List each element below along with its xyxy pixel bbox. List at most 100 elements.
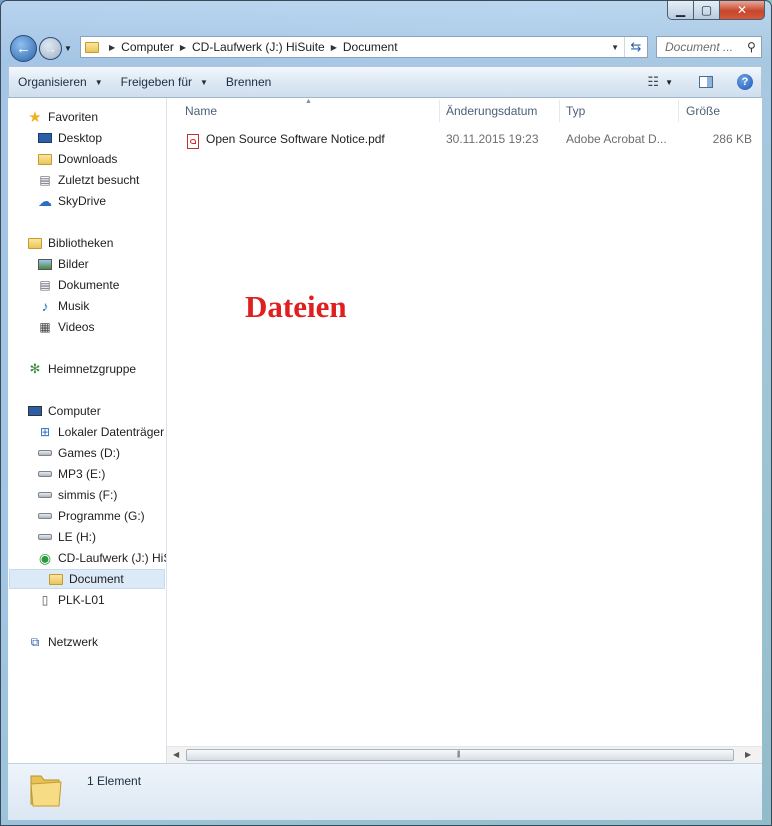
nav-downloads[interactable]: Downloads [37, 149, 117, 169]
organize-button[interactable]: Organisieren ▼ [9, 70, 112, 94]
cloud-icon: ☁ [38, 192, 52, 209]
nav-documents[interactable]: ▤ Dokumente [37, 275, 119, 295]
nav-recent[interactable]: ▤ Zuletzt besucht [37, 170, 139, 190]
caption-buttons: ▁ ▢ ✕ [667, 1, 765, 21]
nav-label: MP3 (E:) [58, 467, 106, 481]
documents-icon: ▤ [39, 278, 51, 292]
recent-pages-dropdown-icon[interactable]: ▼ [64, 44, 72, 53]
minimize-button[interactable]: ▁ [667, 1, 694, 20]
address-history-dropdown-icon[interactable]: ▼ [606, 43, 624, 52]
nav-desktop[interactable]: Desktop [37, 128, 102, 148]
nav-label: Programme (G:) [58, 509, 145, 523]
share-button[interactable]: Freigeben für ▼ [112, 70, 217, 94]
refresh-icon: ⇆ [630, 39, 642, 54]
nav-local-disk[interactable]: ⊞ Lokaler Datenträger [37, 422, 164, 442]
search-icon[interactable]: ⚲ [747, 40, 756, 54]
navigation-pane: ★ Favoriten Desktop Downloads ▤ Zuletzt … [8, 98, 167, 763]
nav-label: Games (D:) [58, 446, 121, 460]
music-note-icon: ♪ [41, 298, 49, 314]
drive-icon [37, 509, 53, 523]
nav-label: Bilder [58, 257, 89, 271]
nav-libraries[interactable]: Bibliotheken [27, 233, 113, 253]
breadcrumb-cd-drive[interactable]: CD-Laufwerk (J:) HiSuite [192, 40, 325, 54]
nav-label: CD-Laufwerk (J:) HiSuite [58, 551, 166, 565]
nav-label: Downloads [58, 152, 118, 166]
nav-drive-h[interactable]: LE (H:) [37, 527, 96, 547]
breadcrumb-separator-icon[interactable]: ▶ [180, 43, 186, 52]
column-header-size[interactable]: Größe [686, 98, 720, 124]
nav-label: Desktop [58, 131, 103, 145]
scroll-left-icon[interactable]: ◀ [173, 750, 179, 759]
change-view-icon[interactable]: ☷ [647, 74, 659, 90]
star-icon: ★ [28, 109, 42, 126]
breadcrumb-separator-icon[interactable]: ▶ [331, 43, 337, 52]
windows-drive-icon: ⊞ [39, 425, 51, 439]
column-divider[interactable] [678, 100, 679, 122]
nav-phone[interactable]: ▯ PLK-L01 [37, 590, 105, 610]
nav-drive-f[interactable]: simmis (F:) [37, 485, 117, 505]
forward-button[interactable]: → [39, 37, 62, 60]
nav-homegroup[interactable]: ✻ Heimnetzgruppe [27, 359, 137, 379]
file-list: ▲ Name Änderungsdatum Typ Größe Open Sou… [167, 98, 762, 746]
drive-icon [37, 530, 53, 544]
nav-videos[interactable]: ▦ Videos [37, 317, 94, 337]
preview-pane-icon[interactable] [699, 76, 713, 88]
file-type: Adobe Acrobat D... [566, 132, 667, 146]
nav-drive-g[interactable]: Programme (G:) [37, 506, 145, 526]
scroll-right-icon[interactable]: ▶ [745, 750, 751, 759]
nav-label: Videos [58, 320, 95, 334]
sort-ascending-icon: ▲ [305, 98, 312, 105]
column-header-date[interactable]: Änderungsdatum [446, 98, 537, 124]
network-icon: ⧉ [30, 634, 40, 649]
search-box[interactable]: ⚲ [656, 36, 762, 58]
pictures-icon [37, 257, 53, 271]
nav-label: Favoriten [48, 110, 99, 124]
maximize-icon: ▢ [700, 3, 713, 17]
file-modified: 30.11.2015 19:23 [446, 132, 539, 146]
nav-pictures[interactable]: Bilder [37, 254, 89, 274]
nav-music[interactable]: ♪ Musik [37, 296, 90, 316]
column-header-name[interactable]: Name [185, 98, 217, 124]
nav-document-selected[interactable]: Document [9, 569, 165, 589]
column-divider[interactable] [439, 100, 440, 122]
back-button[interactable]: ← [10, 35, 37, 62]
nav-computer[interactable]: Computer [27, 401, 101, 421]
nav-cd-drive[interactable]: ◉ CD-Laufwerk (J:) HiSuite [37, 548, 166, 568]
horizontal-scrollbar[interactable]: ◀ ||| ▶ [167, 746, 762, 763]
help-icon[interactable]: ? [737, 74, 753, 90]
nav-label: PLK-L01 [58, 593, 105, 607]
nav-skydrive[interactable]: ☁ SkyDrive [37, 191, 106, 211]
nav-label: Lokaler Datenträger [58, 425, 165, 439]
burn-button[interactable]: Brennen [217, 70, 280, 94]
cd-drive-icon: ◉ [38, 549, 52, 566]
column-divider[interactable] [559, 100, 560, 122]
folder-icon [48, 572, 64, 586]
toolbar-right: ☷ ▼ ? [647, 74, 761, 90]
file-name: Open Source Software Notice.pdf [206, 132, 385, 146]
back-arrow-icon: ← [16, 40, 31, 57]
nav-network[interactable]: ⧉ Netzwerk [27, 632, 98, 652]
recent-places-icon: ▤ [39, 173, 51, 187]
file-row[interactable]: Open Source Software Notice.pdf 30.11.20… [181, 129, 761, 149]
overlay-caption: Dateien [245, 289, 347, 324]
large-folder-icon [30, 775, 62, 807]
maximize-button[interactable]: ▢ [694, 1, 720, 20]
column-label: Typ [566, 104, 586, 118]
close-icon: ✕ [736, 3, 748, 17]
breadcrumb-separator-icon[interactable]: ▶ [109, 43, 115, 52]
column-header-type[interactable]: Typ [566, 98, 585, 124]
search-input[interactable] [663, 39, 747, 55]
scrollbar-thumb[interactable]: ||| [186, 749, 734, 761]
breadcrumb-document[interactable]: Document [343, 40, 398, 54]
nav-drive-e[interactable]: MP3 (E:) [37, 464, 105, 484]
address-bar[interactable]: ▶ Computer ▶ CD-Laufwerk (J:) HiSuite ▶ … [80, 36, 648, 58]
view-options-dropdown-icon[interactable]: ▼ [665, 78, 673, 87]
close-button[interactable]: ✕ [720, 1, 765, 20]
nav-favorites[interactable]: ★ Favoriten [27, 107, 98, 127]
breadcrumb-computer[interactable]: Computer [121, 40, 174, 54]
nav-label: simmis (F:) [58, 488, 118, 502]
refresh-button[interactable]: ⇆ [624, 37, 647, 57]
folder-icon [85, 41, 99, 53]
nav-label: SkyDrive [58, 194, 107, 208]
nav-drive-d[interactable]: Games (D:) [37, 443, 120, 463]
